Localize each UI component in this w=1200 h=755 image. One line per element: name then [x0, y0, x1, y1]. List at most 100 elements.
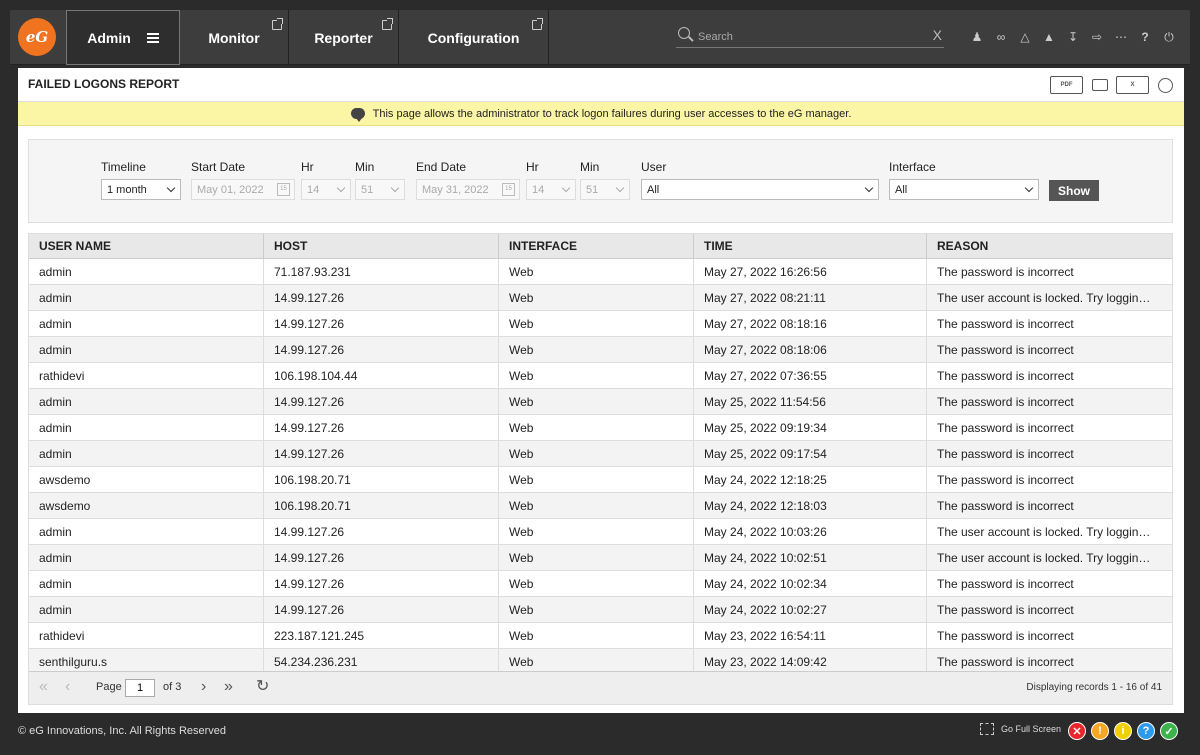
external-link-icon[interactable]: [382, 18, 393, 30]
eg-logo[interactable]: eG: [18, 18, 56, 56]
start-date-input[interactable]: May 01, 2022 15: [191, 179, 295, 200]
calendar-icon[interactable]: 15: [502, 183, 515, 196]
alert-triangle-icon[interactable]: △: [1013, 28, 1037, 46]
start-min-select[interactable]: 51: [355, 179, 405, 200]
table-row[interactable]: admin 14.99.127.26 Web May 25, 2022 11:54:5…: [29, 389, 1172, 415]
cell-host: 14.99.127.26: [264, 597, 499, 622]
column-header-time[interactable]: TIME: [694, 234, 927, 258]
table-row[interactable]: admin 14.99.127.26 Web May 27, 2022 08:18:1…: [29, 311, 1172, 337]
nav-monitor[interactable]: Monitor: [180, 10, 289, 65]
interface-value: All: [895, 183, 908, 196]
menu-icon[interactable]: [146, 32, 159, 43]
download-icon[interactable]: ↧: [1061, 28, 1085, 46]
table-row[interactable]: admin 14.99.127.26 Web May 27, 2022 08:18:0…: [29, 337, 1172, 363]
cell-interface: Web: [499, 571, 694, 596]
end-min-select[interactable]: 51: [580, 179, 630, 200]
cell-user-name: admin: [29, 337, 264, 362]
user-filter: User All: [641, 160, 879, 200]
table-row[interactable]: awsdemo 106.198.20.71 Web May 24, 2022 12:1…: [29, 493, 1172, 519]
cell-interface: Web: [499, 597, 694, 622]
table-row[interactable]: admin 14.99.127.26 Web May 24, 2022 10:03:2…: [29, 519, 1172, 545]
cell-reason: The password is incorrect: [937, 472, 1074, 487]
last-page-icon[interactable]: »: [224, 679, 233, 695]
records-display-text: Displaying records 1 - 16 of 41: [1026, 682, 1162, 693]
column-header-user-name[interactable]: USER NAME: [29, 234, 264, 258]
user-label: User: [641, 160, 667, 174]
cell-user-name: admin: [29, 389, 264, 414]
calendar-icon[interactable]: 15: [277, 183, 290, 196]
critical-alarm-icon[interactable]: ✕: [1068, 722, 1086, 740]
end-date-input[interactable]: May 31, 2022 15: [416, 179, 520, 200]
table-row[interactable]: rathidevi 106.198.104.44 Web May 27, 2022 0…: [29, 363, 1172, 389]
excel-icon[interactable]: X: [1116, 76, 1149, 94]
table-row[interactable]: rathidevi 223.187.121.245 Web May 23, 2022 …: [29, 623, 1172, 649]
external-link-icon[interactable]: [532, 18, 543, 30]
cell-time: May 27, 2022 08:18:16: [694, 311, 927, 336]
start-min-label: Min: [355, 160, 375, 174]
end-date-filter: End Date May 31, 2022 15: [416, 160, 520, 200]
clear-search-icon[interactable]: X: [933, 27, 942, 43]
nav-admin[interactable]: Admin: [66, 10, 180, 65]
go-full-screen-button[interactable]: Go Full Screen: [980, 723, 1061, 735]
timeline-select[interactable]: 1 month: [101, 179, 181, 200]
panel-header: FAILED LOGONS REPORT PDF X: [18, 68, 1184, 102]
user-icon[interactable]: ♟: [965, 28, 989, 46]
print-icon[interactable]: [1083, 76, 1116, 94]
major-alarm-icon[interactable]: !: [1091, 722, 1109, 740]
chevron-down-icon: [336, 183, 346, 193]
start-hr-value: 14: [307, 183, 320, 196]
interface-select[interactable]: All: [889, 179, 1039, 200]
top-navigation-bar: eG Admin Monitor Reporter Configuration …: [10, 10, 1190, 65]
table-row[interactable]: admin 14.99.127.26 Web May 24, 2022 10:02:5…: [29, 545, 1172, 571]
alarm-clock-icon[interactable]: [1149, 76, 1182, 94]
start-date-value: May 01, 2022: [197, 183, 264, 196]
nav-configuration[interactable]: Configuration: [399, 10, 549, 65]
cell-time: May 25, 2022 11:54:56: [694, 389, 927, 414]
table-row[interactable]: admin 14.99.127.26 Web May 24, 2022 10:02:3…: [29, 571, 1172, 597]
table-row[interactable]: admin 14.99.127.26 Web May 25, 2022 09:19:3…: [29, 415, 1172, 441]
start-hr-select[interactable]: 14: [301, 179, 351, 200]
cell-user-name: rathidevi: [29, 623, 264, 648]
first-page-icon[interactable]: «: [39, 679, 48, 695]
table-row[interactable]: admin 14.99.127.26 Web May 24, 2022 10:02:2…: [29, 597, 1172, 623]
next-page-icon[interactable]: ›: [201, 679, 206, 695]
normal-state-icon[interactable]: ✓: [1160, 722, 1178, 740]
unknown-state-icon[interactable]: ?: [1137, 722, 1155, 740]
cell-user-name: admin: [29, 545, 264, 570]
column-header-reason[interactable]: REASON: [927, 234, 1172, 258]
minor-alarm-icon[interactable]: i: [1114, 722, 1132, 740]
cell-time: May 27, 2022 08:21:11: [694, 285, 927, 310]
user-select[interactable]: All: [641, 179, 879, 200]
external-link-icon[interactable]: [272, 18, 283, 30]
table-row[interactable]: admin 71.187.93.231 Web May 27, 2022 16:26:…: [29, 259, 1172, 285]
help-icon[interactable]: ?: [1133, 28, 1157, 46]
previous-page-icon[interactable]: ‹: [65, 679, 70, 695]
column-header-host[interactable]: HOST: [264, 234, 499, 258]
pdf-icon[interactable]: PDF: [1050, 76, 1083, 94]
show-button[interactable]: Show: [1049, 180, 1099, 201]
start-hr-label: Hr: [301, 160, 314, 174]
cell-host: 14.99.127.26: [264, 519, 499, 544]
refresh-icon[interactable]: ↻: [256, 679, 269, 695]
link-icon[interactable]: ∞: [989, 28, 1013, 46]
more-icon[interactable]: ⋯: [1109, 28, 1133, 46]
search-input[interactable]: [698, 28, 898, 46]
column-header-interface[interactable]: INTERFACE: [499, 234, 694, 258]
page-number-input[interactable]: [125, 679, 155, 697]
cell-interface: Web: [499, 441, 694, 466]
table-header: USER NAME HOST INTERFACE TIME REASON: [29, 234, 1172, 259]
table-row[interactable]: admin 14.99.127.26 Web May 25, 2022 09:17:5…: [29, 441, 1172, 467]
nav-reporter-label: Reporter: [314, 29, 373, 46]
table-row[interactable]: awsdemo 106.198.20.71 Web May 24, 2022 12:1…: [29, 467, 1172, 493]
cell-host: 14.99.127.26: [264, 545, 499, 570]
bell-icon[interactable]: ▲: [1037, 28, 1061, 46]
end-hr-select[interactable]: 14: [526, 179, 576, 200]
sign-in-icon[interactable]: ⇨: [1085, 28, 1109, 46]
table-row[interactable]: admin 14.99.127.26 Web May 27, 2022 08:21:1…: [29, 285, 1172, 311]
cell-host: 71.187.93.231: [264, 259, 499, 284]
end-date-label: End Date: [416, 160, 467, 174]
power-icon[interactable]: ⏻: [1157, 28, 1181, 46]
nav-reporter[interactable]: Reporter: [289, 10, 399, 65]
cell-interface: Web: [499, 389, 694, 414]
end-date-value: May 31, 2022: [422, 183, 489, 196]
